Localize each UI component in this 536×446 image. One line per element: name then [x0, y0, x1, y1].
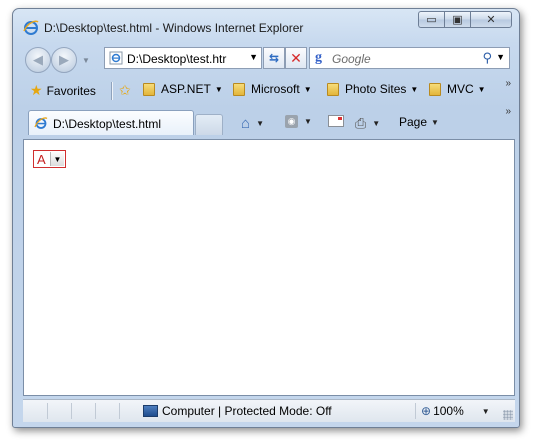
status-divider	[415, 403, 416, 419]
chevron-down-icon: ▼	[214, 84, 223, 94]
tab-active[interactable]: D:\Desktop\test.html	[28, 110, 194, 135]
status-divider	[119, 403, 120, 419]
add-to-favorites-bar-button[interactable]: ✩	[119, 82, 131, 99]
back-button[interactable]: ◀	[25, 47, 51, 73]
stop-icon: ✕	[290, 49, 302, 66]
page-menu-label: Page	[399, 115, 428, 129]
caption-buttons: ▭ ▣ ✕	[418, 11, 512, 29]
chevron-down-icon: ▼	[303, 84, 312, 94]
window-title: D:\Desktop\test.html - Windows Internet …	[44, 21, 304, 35]
new-tab-button[interactable]	[195, 114, 223, 135]
zone-text: Computer | Protected Mode: Off	[162, 404, 332, 418]
search-provider-icon: g	[315, 50, 322, 65]
ie-logo-icon	[23, 20, 39, 35]
status-divider	[71, 403, 72, 419]
chevron-down-icon: ▼	[304, 117, 312, 126]
back-arrow-icon: ◀	[33, 52, 43, 67]
status-divider	[95, 403, 96, 419]
ie-page-icon	[34, 117, 48, 129]
favorites-button[interactable]: ★ Favorites	[30, 82, 96, 99]
stop-button[interactable]: ✕	[285, 47, 307, 69]
minimize-icon: ▭	[426, 14, 437, 26]
favorites-label: Favorites	[46, 83, 96, 98]
close-button[interactable]: ✕	[470, 11, 512, 28]
home-button[interactable]: ⌂ ▼	[241, 115, 264, 132]
chevron-down-icon: ▼	[477, 84, 486, 94]
security-zone[interactable]: Computer | Protected Mode: Off	[143, 404, 332, 418]
address-bar[interactable]: D:\Desktop\test.htr ▼	[104, 47, 262, 69]
refresh-icon: ⇆	[268, 51, 280, 65]
favorites-item-microsoft[interactable]: Microsoft ▼	[233, 82, 312, 96]
home-icon: ⌂	[241, 115, 251, 132]
search-icon[interactable]: ⚲	[482, 50, 492, 66]
mail-icon	[328, 115, 344, 127]
search-input[interactable]: Google	[332, 52, 371, 66]
folder-icon	[429, 82, 441, 96]
star-icon: ★	[30, 82, 43, 98]
search-box[interactable]: g Google ⚲ ▼	[309, 47, 510, 69]
feeds-button[interactable]: ◉ ▼	[285, 115, 312, 128]
status-bar: Computer | Protected Mode: Off ⊕ 100% ▼	[23, 399, 515, 422]
chevron-down-icon[interactable]: ▼	[50, 152, 64, 166]
command-overflow-button[interactable]: »	[505, 106, 510, 117]
recent-pages-dropdown[interactable]: ▼	[82, 56, 90, 65]
zoom-level: 100%	[433, 404, 464, 418]
favorites-item-label: Microsoft	[251, 82, 300, 96]
page-menu-button[interactable]: Page ▼	[399, 115, 439, 129]
maximize-icon: ▣	[452, 14, 463, 26]
zoom-control[interactable]: ⊕ 100% ▼	[421, 404, 490, 418]
rss-feed-icon: ◉	[285, 115, 298, 128]
close-icon: ✕	[486, 14, 496, 26]
folder-icon	[327, 82, 339, 96]
zoom-icon: ⊕	[421, 404, 432, 418]
forward-button[interactable]: ▶	[51, 47, 77, 73]
folder-icon	[233, 82, 245, 96]
favorites-item-mvc[interactable]: MVC ▼	[429, 82, 486, 96]
chevron-down-icon: ▼	[431, 117, 439, 127]
favorites-divider	[111, 82, 113, 100]
dropdown-select[interactable]: A ▼	[33, 150, 66, 168]
favorites-overflow-button[interactable]: »	[505, 78, 510, 89]
favorites-item-aspnet[interactable]: ASP.NET ▼	[143, 82, 223, 96]
maximize-button[interactable]: ▣	[444, 11, 470, 28]
minimize-button[interactable]: ▭	[418, 11, 444, 28]
computer-icon	[143, 405, 158, 417]
folder-icon	[143, 82, 155, 96]
favorites-item-label: Photo Sites	[345, 82, 407, 96]
favorites-item-label: MVC	[447, 82, 474, 96]
refresh-button[interactable]: ⇆	[263, 47, 285, 69]
ie-window: D:\Desktop\test.html - Windows Internet …	[12, 8, 520, 428]
status-divider	[47, 403, 48, 419]
address-dropdown-icon[interactable]: ▼	[249, 52, 258, 62]
read-mail-button[interactable]	[328, 115, 344, 127]
chevron-down-icon: ▼	[410, 84, 419, 94]
chevron-down-icon: ▼	[372, 119, 381, 128]
resize-grip[interactable]	[503, 410, 513, 420]
favorites-item-label: ASP.NET	[161, 82, 211, 96]
chevron-down-icon: ▼	[481, 406, 490, 416]
address-input[interactable]: D:\Desktop\test.htr	[127, 52, 233, 66]
page-content: A ▼	[23, 139, 515, 396]
tab-label: D:\Desktop\test.html	[53, 117, 162, 131]
chevron-down-icon: ▼	[256, 119, 264, 128]
favorites-bar: ★ Favorites ✩ ASP.NET ▼ Microsoft ▼ Phot…	[13, 78, 519, 102]
tab-row: D:\Desktop\test.html ⌂ ▼ ◉ ▼ ⎙ ▼ Page ▼ …	[13, 106, 519, 136]
forward-arrow-icon: ▶	[59, 52, 69, 67]
favorites-item-photo-sites[interactable]: Photo Sites ▼	[327, 82, 418, 96]
printer-icon: ⎙	[355, 115, 367, 131]
add-favorite-icon: ✩	[119, 82, 131, 98]
title-bar[interactable]: D:\Desktop\test.html - Windows Internet …	[13, 9, 519, 39]
navigation-bar: ◀ ▶ ▼ D:\Desktop\test.htr ▼ ⇆ ✕ g Google…	[13, 42, 519, 73]
search-options-dropdown-icon[interactable]: ▼	[496, 52, 505, 62]
print-button[interactable]: ⎙ ▼	[355, 115, 380, 132]
ie-page-icon	[109, 51, 123, 65]
